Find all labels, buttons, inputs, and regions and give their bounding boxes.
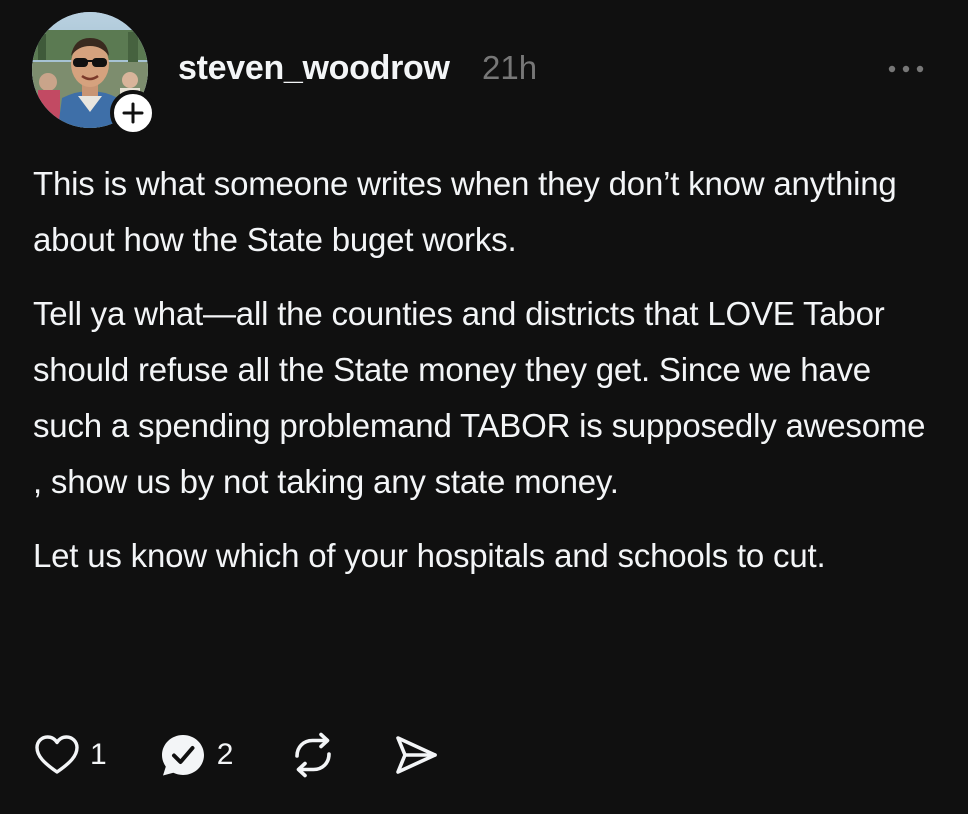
username[interactable]: steven_woodrow: [178, 48, 450, 88]
reply-button[interactable]: 2: [159, 732, 234, 778]
post-paragraph: This is what someone writes when they do…: [33, 165, 897, 258]
post: steven_woodrow 21h This is what someone …: [0, 0, 968, 814]
reply-bubble-check-icon: [161, 735, 204, 776]
post-time: 21h: [482, 49, 538, 86]
post-paragraph: Tell ya what—all the counties and distri…: [33, 295, 926, 500]
send-icon: [396, 736, 438, 774]
post-body: This is what someone writes when they do…: [33, 156, 933, 602]
more-options-button[interactable]: [884, 58, 928, 80]
author-avatar[interactable]: [32, 12, 156, 136]
like-count: 1: [90, 738, 107, 771]
post-paragraph: Let us know which of your hospitals and …: [33, 537, 826, 574]
follow-button[interactable]: [110, 90, 156, 136]
reply-count: 2: [216, 738, 234, 771]
action-bar: 1 2: [34, 730, 439, 780]
like-button[interactable]: 1: [34, 734, 107, 776]
repost-icon: [295, 732, 332, 778]
share-button[interactable]: [393, 733, 439, 777]
heart-icon: [35, 735, 79, 774]
more-horizontal-icon: [888, 65, 924, 73]
repost-button[interactable]: [289, 732, 337, 778]
plus-icon: [122, 102, 144, 124]
